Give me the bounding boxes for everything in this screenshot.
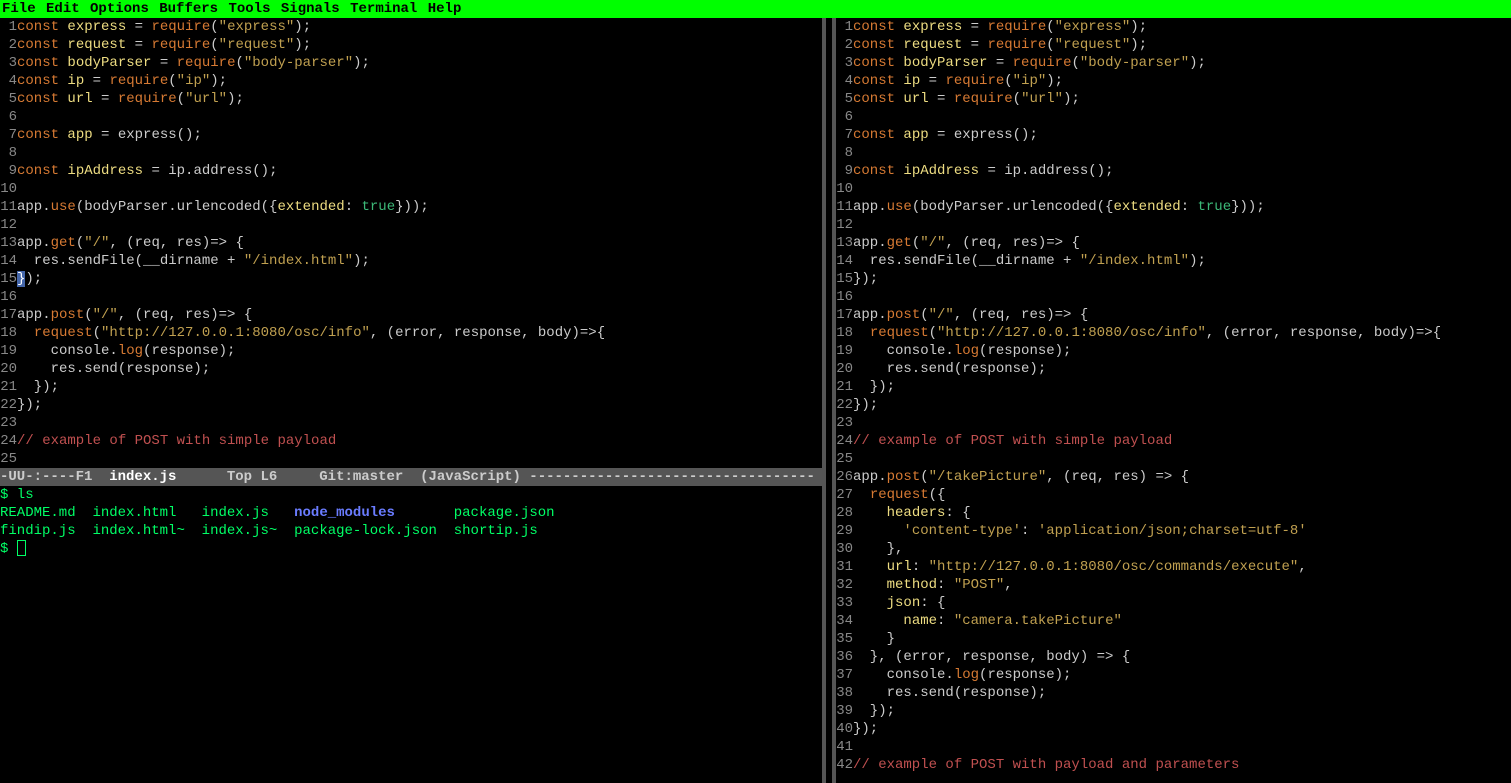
code-line[interactable]: 7const app = express();	[836, 126, 1511, 144]
shell-line: $ ls	[0, 486, 822, 504]
code-line[interactable]: 11app.use(bodyParser.urlencoded({extende…	[0, 198, 822, 216]
code-line[interactable]: 12	[0, 216, 822, 234]
code-line[interactable]: 28 headers: {	[836, 504, 1511, 522]
menu-help[interactable]: Help	[428, 1, 462, 17]
shell-line: README.md index.html index.js node_modul…	[0, 504, 822, 522]
code-line[interactable]: 14 res.sendFile(__dirname + "/index.html…	[0, 252, 822, 270]
code-line[interactable]: 15});	[836, 270, 1511, 288]
code-line[interactable]: 32 method: "POST",	[836, 576, 1511, 594]
left-pane: 1const express = require("express");2con…	[0, 18, 822, 783]
code-line[interactable]: 18 request("http://127.0.0.1:8080/osc/in…	[0, 324, 822, 342]
code-line[interactable]: 19 console.log(response);	[0, 342, 822, 360]
code-line[interactable]: 37 console.log(response);	[836, 666, 1511, 684]
code-line[interactable]: 40});	[836, 720, 1511, 738]
menu-buffers[interactable]: Buffers	[159, 1, 218, 17]
menu-tools[interactable]: Tools	[228, 1, 270, 17]
code-line[interactable]: 8	[836, 144, 1511, 162]
code-line[interactable]: 20 res.send(response);	[836, 360, 1511, 378]
shell-prompt[interactable]: $	[0, 540, 822, 558]
code-line[interactable]: 9const ipAddress = ip.address();	[0, 162, 822, 180]
code-line[interactable]: 4const ip = require("ip");	[0, 72, 822, 90]
code-line[interactable]: 36 }, (error, response, body) => {	[836, 648, 1511, 666]
code-line[interactable]: 35 }	[836, 630, 1511, 648]
mode-line: -UU-:----F1 index.js Top L6 Git:master (…	[0, 468, 822, 486]
code-line[interactable]: 38 res.send(response);	[836, 684, 1511, 702]
code-line[interactable]: 31 url: "http://127.0.0.1:8080/osc/comma…	[836, 558, 1511, 576]
code-line[interactable]: 29 'content-type': 'application/json;cha…	[836, 522, 1511, 540]
code-line[interactable]: 9const ipAddress = ip.address();	[836, 162, 1511, 180]
code-line[interactable]: 8	[0, 144, 822, 162]
code-line[interactable]: 30 },	[836, 540, 1511, 558]
code-line[interactable]: 2const request = require("request");	[0, 36, 822, 54]
buffer-name: index.js	[109, 469, 176, 485]
code-line[interactable]: 23	[0, 414, 822, 432]
code-line[interactable]: 24// example of POST with simple payload	[836, 432, 1511, 450]
code-line[interactable]: 6	[0, 108, 822, 126]
code-line[interactable]: 33 json: {	[836, 594, 1511, 612]
code-line[interactable]: 13app.get("/", (req, res)=> {	[836, 234, 1511, 252]
cursor-icon	[17, 540, 26, 556]
code-line[interactable]: 4const ip = require("ip");	[836, 72, 1511, 90]
code-line[interactable]: 2const request = require("request");	[836, 36, 1511, 54]
code-line[interactable]: 14 res.sendFile(__dirname + "/index.html…	[836, 252, 1511, 270]
code-line[interactable]: 21 });	[836, 378, 1511, 396]
terminal-shell[interactable]: $ lsREADME.md index.html index.js node_m…	[0, 486, 822, 558]
shell-line: findip.js index.html~ index.js~ package-…	[0, 522, 822, 540]
code-line[interactable]: 22});	[0, 396, 822, 414]
code-editor-left[interactable]: 1const express = require("express");2con…	[0, 18, 822, 468]
menu-file[interactable]: File	[2, 1, 36, 17]
code-line[interactable]: 34 name: "camera.takePicture"	[836, 612, 1511, 630]
code-line[interactable]: 1const express = require("express");	[0, 18, 822, 36]
vertical-divider[interactable]	[822, 18, 836, 783]
code-line[interactable]: 27 request({	[836, 486, 1511, 504]
code-line[interactable]: 39 });	[836, 702, 1511, 720]
code-line[interactable]: 18 request("http://127.0.0.1:8080/osc/in…	[836, 324, 1511, 342]
code-line[interactable]: 6	[836, 108, 1511, 126]
code-line[interactable]: 16	[836, 288, 1511, 306]
menu-bar[interactable]: File Edit Options Buffers Tools Signals …	[0, 0, 1511, 18]
code-line[interactable]: 41	[836, 738, 1511, 756]
menu-options[interactable]: Options	[90, 1, 149, 17]
code-line[interactable]: 5const url = require("url");	[0, 90, 822, 108]
code-line[interactable]: 1const express = require("express");	[836, 18, 1511, 36]
code-line[interactable]: 3const bodyParser = require("body-parser…	[0, 54, 822, 72]
menu-terminal[interactable]: Terminal	[350, 1, 417, 17]
code-line[interactable]: 13app.get("/", (req, res)=> {	[0, 234, 822, 252]
code-line[interactable]: 3const bodyParser = require("body-parser…	[836, 54, 1511, 72]
code-line[interactable]: 12	[836, 216, 1511, 234]
code-line[interactable]: 22});	[836, 396, 1511, 414]
code-line[interactable]: 25	[0, 450, 822, 468]
code-line[interactable]: 15});	[0, 270, 822, 288]
code-line[interactable]: 42// example of POST with payload and pa…	[836, 756, 1511, 774]
code-line[interactable]: 11app.use(bodyParser.urlencoded({extende…	[836, 198, 1511, 216]
code-line[interactable]: 10	[836, 180, 1511, 198]
code-line[interactable]: 17app.post("/", (req, res)=> {	[836, 306, 1511, 324]
code-line[interactable]: 19 console.log(response);	[836, 342, 1511, 360]
code-line[interactable]: 20 res.send(response);	[0, 360, 822, 378]
code-line[interactable]: 25	[836, 450, 1511, 468]
code-line[interactable]: 16	[0, 288, 822, 306]
code-line[interactable]: 21 });	[0, 378, 822, 396]
code-line[interactable]: 10	[0, 180, 822, 198]
code-line[interactable]: 17app.post("/", (req, res)=> {	[0, 306, 822, 324]
code-editor-right[interactable]: 1const express = require("express");2con…	[836, 18, 1511, 774]
code-line[interactable]: 23	[836, 414, 1511, 432]
code-line[interactable]: 24// example of POST with simple payload	[0, 432, 822, 450]
right-pane: 1const express = require("express");2con…	[836, 18, 1511, 783]
code-line[interactable]: 5const url = require("url");	[836, 90, 1511, 108]
menu-edit[interactable]: Edit	[46, 1, 80, 17]
code-line[interactable]: 7const app = express();	[0, 126, 822, 144]
menu-signals[interactable]: Signals	[281, 1, 340, 17]
code-line[interactable]: 26app.post("/takePicture", (req, res) =>…	[836, 468, 1511, 486]
